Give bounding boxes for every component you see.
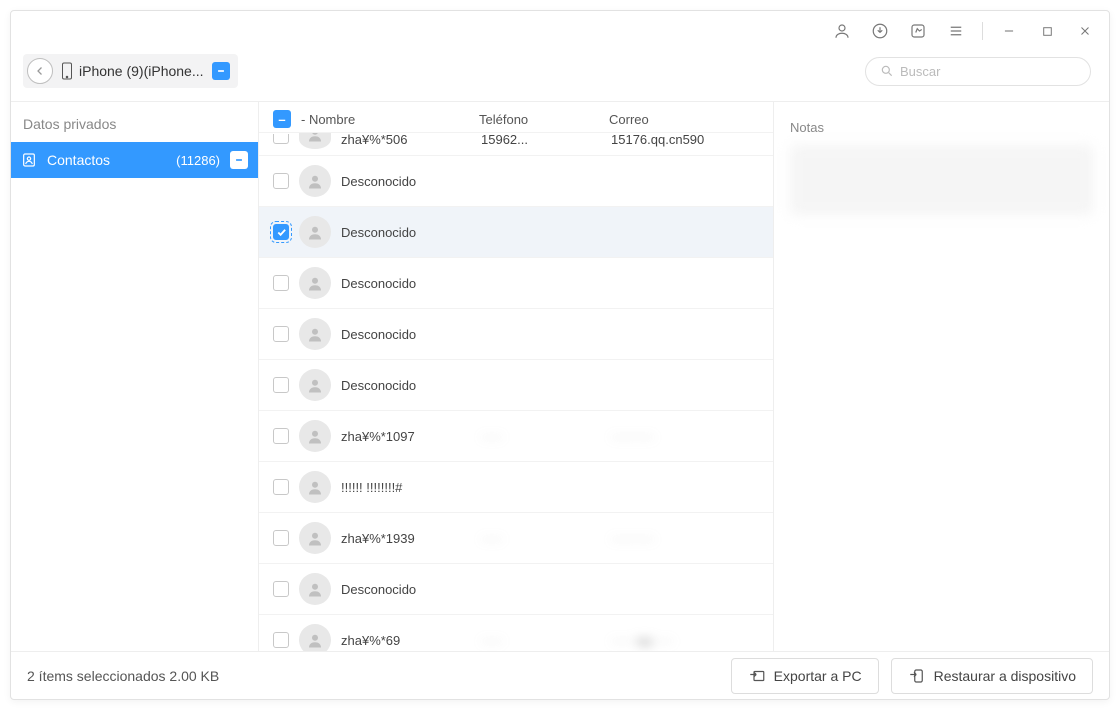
footer: 2 ítems seleccionados 2.00 KB Exportar a… [11,651,1109,699]
search-box[interactable] [865,57,1091,86]
contact-list[interactable]: zha¥%*506 15962... 15176.qq.cn590 Desconoci… [259,133,773,651]
export-icon [748,667,766,685]
back-button[interactable] [27,58,53,84]
sidebar-collapse-toggle[interactable] [230,151,248,169]
table-row[interactable]: !!!!!! !!!!!!!!# [259,462,773,513]
contact-name: zha¥%*69 [341,633,471,648]
contact-phone: 15962... [481,133,601,147]
contact-name: !!!!!! !!!!!!!!# [341,480,471,495]
contact-mail: ······qq····· [611,633,759,648]
column-phone[interactable]: Teléfono [479,112,599,127]
sidebar-item-label: Contactos [47,152,166,168]
maximize-icon[interactable] [1031,15,1063,47]
contact-mail: 15176.qq.cn590 [611,133,759,147]
avatar-icon [299,267,331,299]
avatar-icon [299,573,331,605]
contact-mail: ·········· [611,531,759,546]
contact-name: Desconocido [341,582,471,597]
feedback-icon[interactable] [902,15,934,47]
row-checkbox[interactable] [273,173,289,189]
contact-icon [21,152,37,168]
contact-name: Desconocido [341,327,471,342]
contact-name: Desconocido [341,225,471,240]
row-checkbox[interactable] [273,224,289,240]
contact-name: zha¥%*1939 [341,531,471,546]
table-row[interactable]: zha¥%*69 ····· ······qq····· [259,615,773,651]
row-checkbox[interactable] [273,530,289,546]
minimize-icon[interactable] [993,15,1025,47]
export-label: Exportar a PC [774,668,862,684]
row-checkbox[interactable] [273,632,289,648]
column-mail[interactable]: Correo [609,112,759,127]
table-row[interactable]: Desconocido [259,207,773,258]
phone-icon [61,62,73,80]
device-name: iPhone (9)(iPhone... [79,63,204,79]
table-row[interactable]: Desconocido [259,360,773,411]
close-icon[interactable] [1069,15,1101,47]
user-icon[interactable] [826,15,858,47]
titlebar-separator [982,22,983,40]
row-checkbox[interactable] [273,275,289,291]
table-row[interactable]: zha¥%*506 15962... 15176.qq.cn590 [259,133,773,156]
row-checkbox[interactable] [273,581,289,597]
body: Datos privados Contactos (11286) – - Nom… [11,101,1109,651]
notes-content-blurred [790,145,1093,215]
restore-label: Restaurar a dispositivo [934,668,1076,684]
table-row[interactable]: zha¥%*1097··············· [259,411,773,462]
titlebar [11,11,1109,51]
sidebar-item-count: (11286) [176,153,220,168]
contact-mail: ·········· [611,429,759,444]
avatar-icon [299,369,331,401]
table-row[interactable]: Desconocido [259,258,773,309]
table-row[interactable]: Desconocido [259,156,773,207]
avatar-icon [299,318,331,350]
contact-name: Desconocido [341,174,471,189]
column-headers: – - Nombre Teléfono Correo [259,102,773,133]
row-checkbox[interactable] [273,134,289,144]
contact-phone: ····· [481,429,601,444]
sidebar-header: Datos privados [11,102,258,142]
contact-name: Desconocido [341,276,471,291]
row-checkbox[interactable] [273,326,289,342]
export-button[interactable]: Exportar a PC [731,658,879,694]
collapse-toggle[interactable] [212,62,230,80]
contact-phone: ····· [481,633,601,648]
notes-label: Notas [790,120,1093,135]
avatar-icon [299,133,331,149]
sidebar-item-contacts[interactable]: Contactos (11286) [11,142,258,178]
search-input[interactable] [900,64,1076,79]
selection-status: 2 ítems seleccionados 2.00 KB [27,668,219,684]
sidebar: Datos privados Contactos (11286) [11,102,259,651]
contact-name: zha¥%*1097 [341,429,471,444]
breadcrumb: iPhone (9)(iPhone... [23,54,238,88]
table-row[interactable]: Desconocido [259,564,773,615]
location-bar: iPhone (9)(iPhone... [11,51,1109,101]
row-checkbox[interactable] [273,479,289,495]
contact-name: zha¥%*506 [341,133,471,147]
contact-pane: – - Nombre Teléfono Correo zha¥%*506 1596… [259,102,774,651]
app-window: iPhone (9)(iPhone... Datos privados Cont… [10,10,1110,700]
column-name[interactable]: - Nombre [301,112,469,127]
row-checkbox[interactable] [273,428,289,444]
avatar-icon [299,216,331,248]
row-checkbox[interactable] [273,377,289,393]
menu-icon[interactable] [940,15,972,47]
main: – - Nombre Teléfono Correo zha¥%*506 1596… [259,102,1109,651]
avatar-icon [299,420,331,452]
table-row[interactable]: zha¥%*1939··············· [259,513,773,564]
detail-pane: Notas [774,102,1109,651]
search-icon [880,64,894,78]
contact-name: Desconocido [341,378,471,393]
avatar-icon [299,165,331,197]
select-all-checkbox[interactable]: – [273,110,291,128]
device-label[interactable]: iPhone (9)(iPhone... [61,62,204,80]
avatar-icon [299,471,331,503]
contact-phone: ····· [481,531,601,546]
restore-button[interactable]: Restaurar a dispositivo [891,658,1093,694]
table-row[interactable]: Desconocido [259,309,773,360]
avatar-icon [299,522,331,554]
restore-icon [908,667,926,685]
avatar-icon [299,624,331,651]
download-icon[interactable] [864,15,896,47]
